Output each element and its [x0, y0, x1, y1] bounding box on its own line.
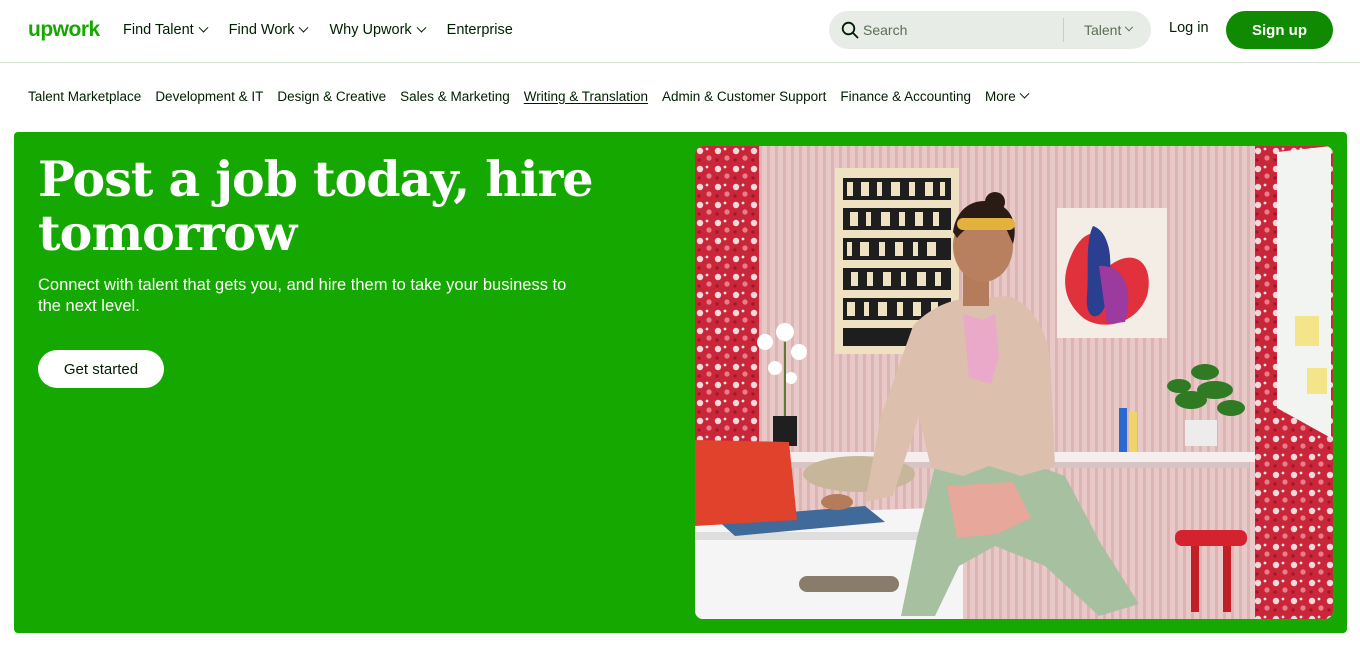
- search-type-dropdown[interactable]: Talent: [1084, 11, 1134, 49]
- hero-subtitle: Connect with talent that gets you, and h…: [38, 276, 567, 315]
- hero-photo: [695, 146, 1333, 619]
- hero-banner: Post a job today, hire tomorrow Connect …: [14, 132, 1347, 633]
- chevron-down-icon: [299, 22, 309, 33]
- chevron-down-icon: [198, 22, 209, 33]
- upwork-logo[interactable]: upwork: [28, 14, 106, 46]
- category-sales-marketing[interactable]: Sales & Marketing: [400, 89, 510, 104]
- nav-find-talent[interactable]: Find Talent: [123, 22, 209, 38]
- top-header: upwork Find Talent Find Work Why Upwork …: [0, 0, 1360, 63]
- category-writing-translation[interactable]: Writing & Translation: [524, 89, 648, 104]
- get-started-button[interactable]: Get started: [38, 350, 164, 388]
- category-finance-accounting[interactable]: Finance & Accounting: [840, 89, 971, 104]
- search-divider: [1063, 18, 1064, 42]
- login-link[interactable]: Log in: [1169, 20, 1209, 36]
- nav-find-work[interactable]: Find Work: [228, 22, 309, 38]
- search-type-label: Talent: [1084, 22, 1122, 38]
- nav-why-upwork[interactable]: Why Upwork: [329, 22, 427, 38]
- chevron-down-icon: [416, 22, 427, 33]
- hero-title: Post a job today, hire tomorrow: [38, 150, 594, 262]
- main-nav: Find Talent Find Work Why Upwork Enterpr…: [123, 18, 513, 42]
- nav-enterprise[interactable]: Enterprise: [447, 22, 513, 38]
- search-bar: Talent: [829, 11, 1151, 49]
- search-icon[interactable]: [841, 21, 859, 39]
- category-development-it[interactable]: Development & IT: [155, 89, 263, 104]
- search-input[interactable]: [863, 11, 1083, 49]
- category-design-creative[interactable]: Design & Creative: [277, 89, 386, 104]
- nav-label: Find Talent: [123, 22, 194, 38]
- chevron-down-icon: [1125, 22, 1134, 32]
- category-more[interactable]: More: [984, 88, 1030, 104]
- hero-illustration: [695, 146, 1333, 619]
- signup-button[interactable]: Sign up: [1226, 11, 1333, 49]
- category-nav: Talent Marketplace Development & IT Desi…: [28, 86, 1030, 106]
- nav-label: Find Work: [228, 22, 295, 38]
- category-admin-customer-support[interactable]: Admin & Customer Support: [662, 89, 826, 104]
- more-label: More: [984, 88, 1016, 104]
- chevron-down-icon: [1019, 88, 1030, 99]
- logo-wordmark: upwork: [28, 18, 101, 41]
- category-talent-marketplace[interactable]: Talent Marketplace: [28, 89, 141, 104]
- nav-label: Why Upwork: [329, 22, 412, 38]
- svg-text:upwork: upwork: [28, 18, 100, 41]
- nav-label: Enterprise: [446, 22, 513, 38]
